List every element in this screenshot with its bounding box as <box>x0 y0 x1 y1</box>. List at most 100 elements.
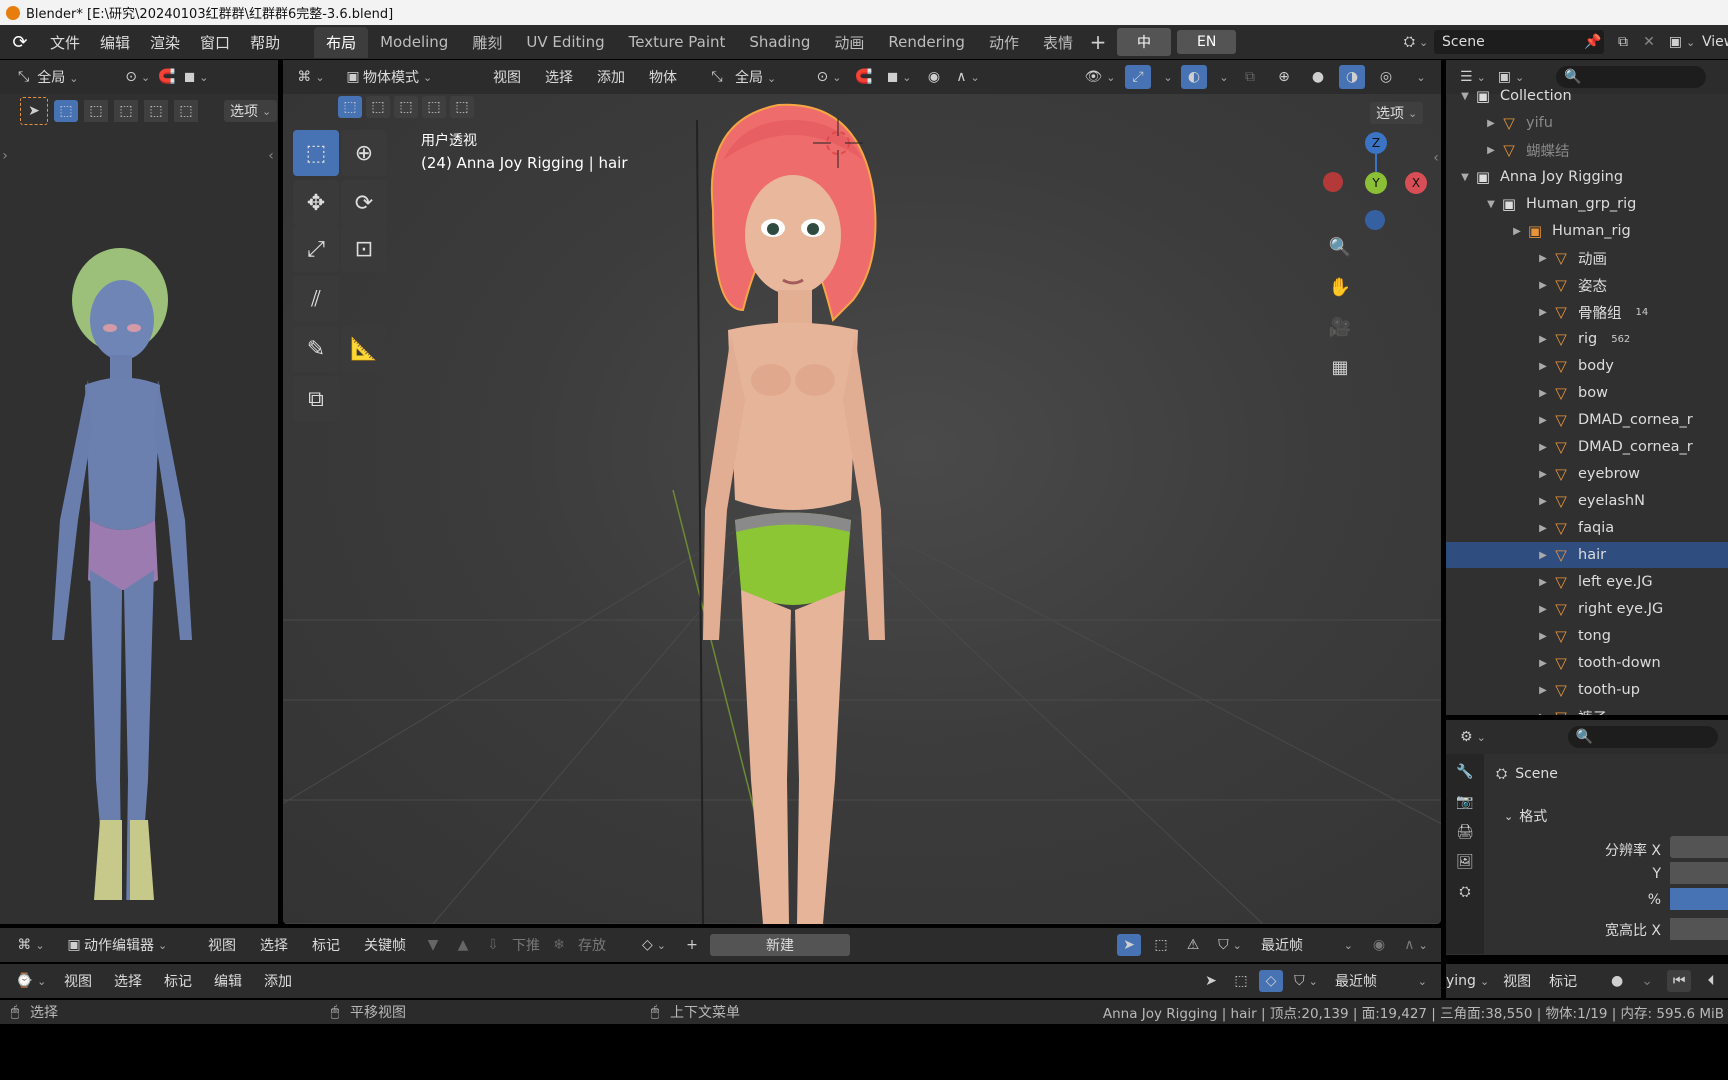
3d-cursor-icon[interactable] <box>813 118 863 168</box>
outliner-row[interactable]: ▶ ▽ eyelashN <box>1446 488 1728 514</box>
expand-toggle-icon[interactable]: ▶ <box>1536 415 1550 426</box>
gizmo-neg-x-axis[interactable] <box>1323 172 1343 192</box>
layer-up-icon[interactable]: ▲ <box>452 937 474 953</box>
object-mode-dropdown[interactable]: ▣ 物体模式 <box>337 66 477 88</box>
tab-layout[interactable]: 布局 <box>314 26 369 58</box>
expand-toggle-icon[interactable]: ▶ <box>1536 685 1550 696</box>
proportional-edit-icon[interactable]: ◉ <box>923 69 945 85</box>
proportional-falloff-icon[interactable]: ∧ <box>1399 937 1433 953</box>
add-cube-tool[interactable]: ⧉ <box>293 376 339 422</box>
expand-toggle-icon[interactable]: ▶ <box>1536 604 1550 615</box>
action-editor-mode-dropdown[interactable]: ▣ 动作编辑器 <box>58 934 192 956</box>
snap-icon[interactable]: 🧲 <box>853 69 875 85</box>
overlay-dropdown-icon[interactable] <box>1215 71 1229 84</box>
stash-button[interactable]: 存放 <box>578 935 606 955</box>
outliner-row[interactable]: ▶ ▽ tooth-up <box>1446 677 1728 703</box>
output-tab-icon[interactable]: 🖨 <box>1456 824 1474 840</box>
timeline-snap-dropdown[interactable]: 最近帧 <box>1329 970 1433 992</box>
3d-viewport[interactable]: ⬚ ⊕ ✥ ⟳ ⤢ ⊡ ⫽ ✎ 📐 ⧉ 用户透视 (24) Anna Joy R… <box>283 60 1441 924</box>
properties-search-input[interactable]: 🔍 <box>1567 726 1718 748</box>
scale-tool[interactable]: ⤢ <box>293 226 339 272</box>
outliner-row[interactable]: ▶ ▽ DMAD_cornea_r <box>1446 434 1728 460</box>
snap-target-icon[interactable]: ◼ <box>883 69 915 85</box>
expand-toggle-icon[interactable]: ▶ <box>1536 550 1550 561</box>
measure-tool[interactable]: 📐 <box>341 326 387 372</box>
tab-shading[interactable]: Shading <box>737 28 822 56</box>
record-icon[interactable]: ● <box>1607 973 1627 989</box>
expand-toggle-icon[interactable]: ▶ <box>1536 658 1550 669</box>
playback-menu-view[interactable]: 视图 <box>1499 971 1535 991</box>
left-snap-target-icon[interactable]: ◼ <box>184 69 209 85</box>
outliner-row[interactable]: ▼ ▣ Collection <box>1446 83 1728 109</box>
expand-toggle-icon[interactable]: ▶ <box>1536 631 1550 642</box>
annotate-tool[interactable]: ⫽ <box>293 276 339 322</box>
expand-toggle-icon[interactable]: ▶ <box>1536 307 1550 318</box>
expand-toggle-icon[interactable]: ▼ <box>1458 91 1472 102</box>
gizmo-toggle-icon[interactable]: ⤢ <box>1125 65 1151 89</box>
timeline-menu-edit[interactable]: 编辑 <box>206 971 250 991</box>
select-new-icon[interactable]: ⬚ <box>338 96 362 118</box>
record-options-icon[interactable]: ⌄ <box>1637 973 1657 989</box>
view-layer-tab-icon[interactable]: 🖼 <box>1456 854 1474 870</box>
action-browse-icon[interactable]: ◇ <box>634 937 674 953</box>
left-select-tool-icon[interactable]: ➤ <box>20 97 48 125</box>
outliner-row[interactable]: ▶ ▽ 蝴蝶结 <box>1446 137 1728 163</box>
layer-down-icon[interactable]: ▼ <box>422 937 444 953</box>
expand-toggle-icon[interactable]: ▶ <box>1536 253 1550 264</box>
scene-tab-icon[interactable]: ⛭ <box>1459 884 1470 900</box>
blender-menu-icon[interactable]: ⟳ <box>0 32 40 53</box>
transform-tool[interactable]: ⊡ <box>341 226 387 272</box>
zoom-icon[interactable]: 🔍 <box>1323 230 1357 264</box>
left-options-dropdown[interactable]: 选项 <box>224 100 278 122</box>
left-select-subtract-icon[interactable]: ⬚ <box>114 100 138 122</box>
jump-prev-icon[interactable]: ⏴ <box>1701 973 1721 989</box>
gizmo-neg-z-axis[interactable] <box>1365 210 1385 230</box>
tab-modeling[interactable]: Modeling <box>368 28 460 56</box>
only-selected-icon[interactable]: ➤ <box>1117 934 1141 956</box>
outliner-row[interactable]: ▼ ▣ Human_grp_rig <box>1446 191 1728 217</box>
expand-toggle-icon[interactable]: ▶ <box>1536 496 1550 507</box>
lang-en-button[interactable]: EN <box>1177 30 1237 54</box>
timeline-show-hidden-icon[interactable]: ⬚ <box>1229 973 1253 989</box>
character-model-anna[interactable] <box>683 80 943 924</box>
tool-tab-icon[interactable]: 🔧 <box>1456 764 1473 780</box>
new-scene-icon[interactable]: ⧉ <box>1610 34 1636 50</box>
action-menu-select[interactable]: 选择 <box>252 935 296 955</box>
outliner-row[interactable]: ▼ ▣ Anna Joy Rigging <box>1446 164 1728 190</box>
jump-start-icon[interactable]: ⏮ <box>1667 970 1692 992</box>
playback-dropdown[interactable]: ying <box>1446 973 1489 989</box>
outliner-row[interactable]: ▶ ▽ body <box>1446 353 1728 379</box>
delete-scene-icon[interactable]: ✕ <box>1636 34 1662 50</box>
expand-toggle-icon[interactable]: ▶ <box>1484 145 1498 156</box>
select-extend-icon[interactable]: ⬚ <box>366 96 390 118</box>
pin-icon[interactable]: 📌 <box>1582 34 1604 50</box>
new-action-button[interactable]: 新建 <box>710 934 850 956</box>
left-snap-icon[interactable]: 🧲 <box>158 69 175 85</box>
timeline-menu-select[interactable]: 选择 <box>106 971 150 991</box>
left-select-extend-icon[interactable]: ⬚ <box>84 100 108 122</box>
expand-toggle-icon[interactable]: ▼ <box>1458 172 1472 183</box>
gizmo-z-axis[interactable]: Z <box>1365 132 1387 154</box>
show-hidden-icon[interactable]: ⬚ <box>1149 937 1173 953</box>
draw-tool[interactable]: ✎ <box>293 326 339 372</box>
outliner-row[interactable]: ▶▽ 裤子 <box>1446 704 1728 715</box>
outliner-row[interactable]: ▶ ▽ eyebrow <box>1446 461 1728 487</box>
timeline-menu-add[interactable]: 添加 <box>256 971 300 991</box>
viewport-sidebar-toggle-icon[interactable]: ‹ <box>1431 150 1441 166</box>
pan-hand-icon[interactable]: ✋ <box>1323 270 1357 304</box>
viewport-menu-view[interactable]: 视图 <box>485 67 529 87</box>
falloff-icon[interactable]: ∧ <box>953 69 983 85</box>
overlay-toggle-icon[interactable]: ◐ <box>1181 65 1207 89</box>
outliner-row[interactable]: ▶ ▽ tong <box>1446 623 1728 649</box>
expand-toggle-icon[interactable]: ▶ <box>1536 469 1550 480</box>
expand-toggle-icon[interactable]: ▶ <box>1536 442 1550 453</box>
shading-material-icon[interactable]: ◑ <box>1339 65 1365 89</box>
move-tool[interactable]: ✥ <box>293 180 339 226</box>
action-menu-view[interactable]: 视图 <box>200 935 244 955</box>
action-snap-dropdown[interactable]: 最近帧 <box>1255 934 1359 956</box>
timeline-menu-marker[interactable]: 标记 <box>156 971 200 991</box>
tab-texture-paint[interactable]: Texture Paint <box>617 28 738 56</box>
tab-expression[interactable]: 表情 <box>1031 27 1085 58</box>
timeline-menu-view[interactable]: 视图 <box>56 971 100 991</box>
blue-character-model[interactable] <box>30 220 210 900</box>
